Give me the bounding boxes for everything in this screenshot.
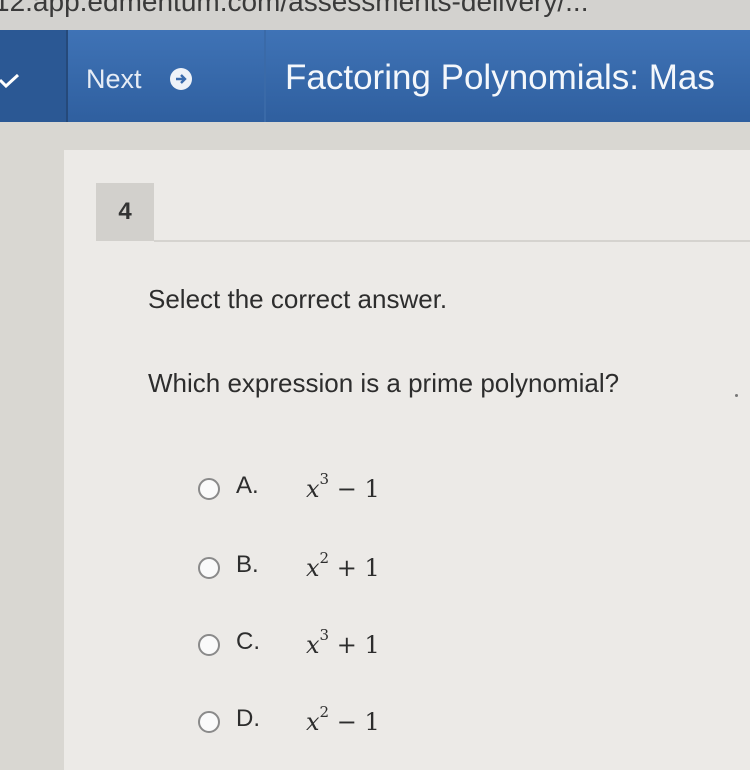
next-label: Next xyxy=(86,63,142,94)
instruction-text: Select the correct answer. xyxy=(148,284,448,314)
option-letter: B. xyxy=(236,551,259,578)
check-icon xyxy=(0,74,20,88)
option-c[interactable]: C. x3 + 1 xyxy=(198,626,458,664)
nav-divider xyxy=(66,30,68,122)
radio-button[interactable] xyxy=(198,557,220,579)
radio-button[interactable] xyxy=(198,711,220,733)
option-b[interactable]: B. x2 + 1 xyxy=(198,549,458,587)
question-divider xyxy=(154,240,750,242)
url-text: 12.app.edmentum.com/assessments-delivery… xyxy=(0,0,589,17)
browser-address-bar[interactable]: 12.app.edmentum.com/assessments-delivery… xyxy=(0,0,750,30)
stray-dot xyxy=(735,394,738,397)
radio-button[interactable] xyxy=(198,478,220,500)
question-prompt: Which expression is a prime polynomial? xyxy=(148,368,620,398)
option-expression: x2 − 1 xyxy=(306,703,380,736)
option-expression: x3 + 1 xyxy=(306,626,380,659)
title-divider xyxy=(264,30,266,122)
next-button[interactable]: Next xyxy=(74,60,224,98)
arrow-right-circle-icon xyxy=(169,68,192,90)
option-letter: D. xyxy=(236,705,260,732)
option-d[interactable]: D. x2 − 1 xyxy=(198,703,458,741)
option-expression: x3 − 1 xyxy=(306,470,380,503)
top-navigation-bar: Next Factoring Polynomials: Mas xyxy=(0,30,750,122)
option-expression: x2 + 1 xyxy=(306,549,380,582)
page-title: Factoring Polynomials: Mas xyxy=(285,58,715,97)
option-letter: C. xyxy=(236,628,260,655)
option-a[interactable]: A. x3 − 1 xyxy=(198,470,458,508)
question-panel xyxy=(64,150,750,770)
option-letter: A. xyxy=(236,472,259,499)
radio-button[interactable] xyxy=(198,634,220,656)
check-button[interactable] xyxy=(0,30,66,122)
question-number: 4 xyxy=(96,183,154,241)
